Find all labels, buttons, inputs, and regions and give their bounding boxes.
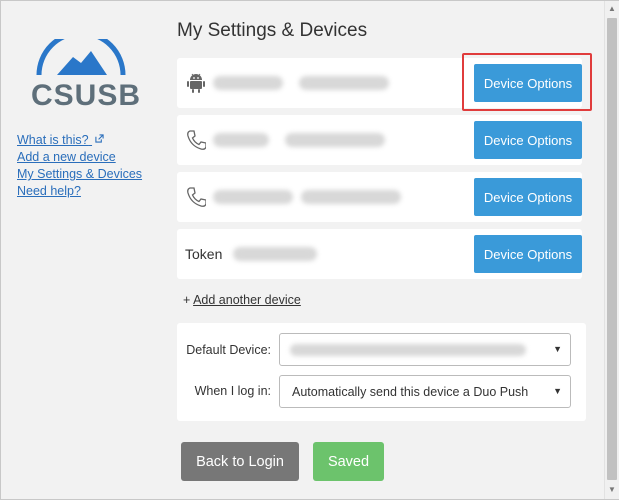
token-label: Token — [185, 246, 223, 262]
device-name-redacted — [213, 76, 283, 90]
add-another-device-link[interactable]: Add another device — [193, 293, 301, 307]
page-title: My Settings & Devices — [177, 20, 368, 41]
add-another-device: + Add another device — [183, 293, 301, 307]
device-name-redacted — [213, 190, 293, 204]
chevron-down-icon: ▼ — [553, 344, 562, 354]
mountain-arc-icon — [36, 39, 126, 76]
sidebar: CSUSB What is this? Add a new device My … — [1, 1, 161, 499]
csusb-logo: CSUSB — [21, 39, 142, 112]
my-settings-link[interactable]: My Settings & Devices — [17, 166, 142, 183]
chevron-down-icon: ▼ — [553, 386, 562, 396]
what-is-this-link[interactable]: What is this? — [17, 132, 142, 149]
device-number-redacted — [301, 190, 401, 204]
back-to-login-button[interactable]: Back to Login — [181, 442, 299, 481]
sidebar-links: What is this? Add a new device My Settin… — [17, 132, 142, 200]
android-icon — [187, 73, 205, 93]
scroll-down-arrow-icon[interactable]: ▼ — [608, 485, 616, 494]
login-action-value: Automatically send this device a Duo Pus… — [292, 385, 529, 399]
need-help-link[interactable]: Need help? — [17, 183, 142, 200]
plus-prefix: + — [183, 293, 194, 307]
device-number-redacted — [285, 133, 385, 147]
scroll-thumb[interactable] — [607, 18, 617, 480]
device-options-button[interactable]: Device Options — [474, 235, 582, 273]
phone-icon — [187, 130, 206, 150]
scroll-up-arrow-icon[interactable]: ▲ — [608, 4, 616, 13]
default-device-label: Default Device: — [186, 343, 271, 357]
device-row-phone: Device Options — [177, 115, 582, 165]
vertical-scrollbar[interactable]: ▲ ▼ — [604, 1, 619, 499]
duo-settings-window: CSUSB What is this? Add a new device My … — [0, 0, 619, 500]
highlight-box — [462, 53, 592, 111]
external-link-icon — [95, 134, 104, 143]
device-row-phone: Device Options — [177, 172, 582, 222]
device-options-button[interactable]: Device Options — [474, 121, 582, 159]
device-number-redacted — [299, 76, 389, 90]
device-row-token: Token Device Options — [177, 229, 582, 279]
what-is-this-label: What is this? — [17, 133, 89, 147]
device-name-redacted — [213, 133, 269, 147]
phone-icon — [187, 187, 206, 207]
token-serial-redacted — [233, 247, 317, 261]
logo-text: CSUSB — [31, 79, 142, 112]
device-options-button[interactable]: Device Options — [474, 178, 582, 216]
settings-panel: Default Device: ▼ When I log in: Automat… — [177, 323, 586, 421]
saved-button[interactable]: Saved — [313, 442, 384, 481]
default-device-redacted — [290, 344, 526, 356]
default-device-select[interactable]: ▼ — [279, 333, 571, 366]
login-action-select[interactable]: Automatically send this device a Duo Pus… — [279, 375, 571, 408]
login-action-label: When I log in: — [194, 384, 271, 398]
add-new-device-link[interactable]: Add a new device — [17, 149, 142, 166]
